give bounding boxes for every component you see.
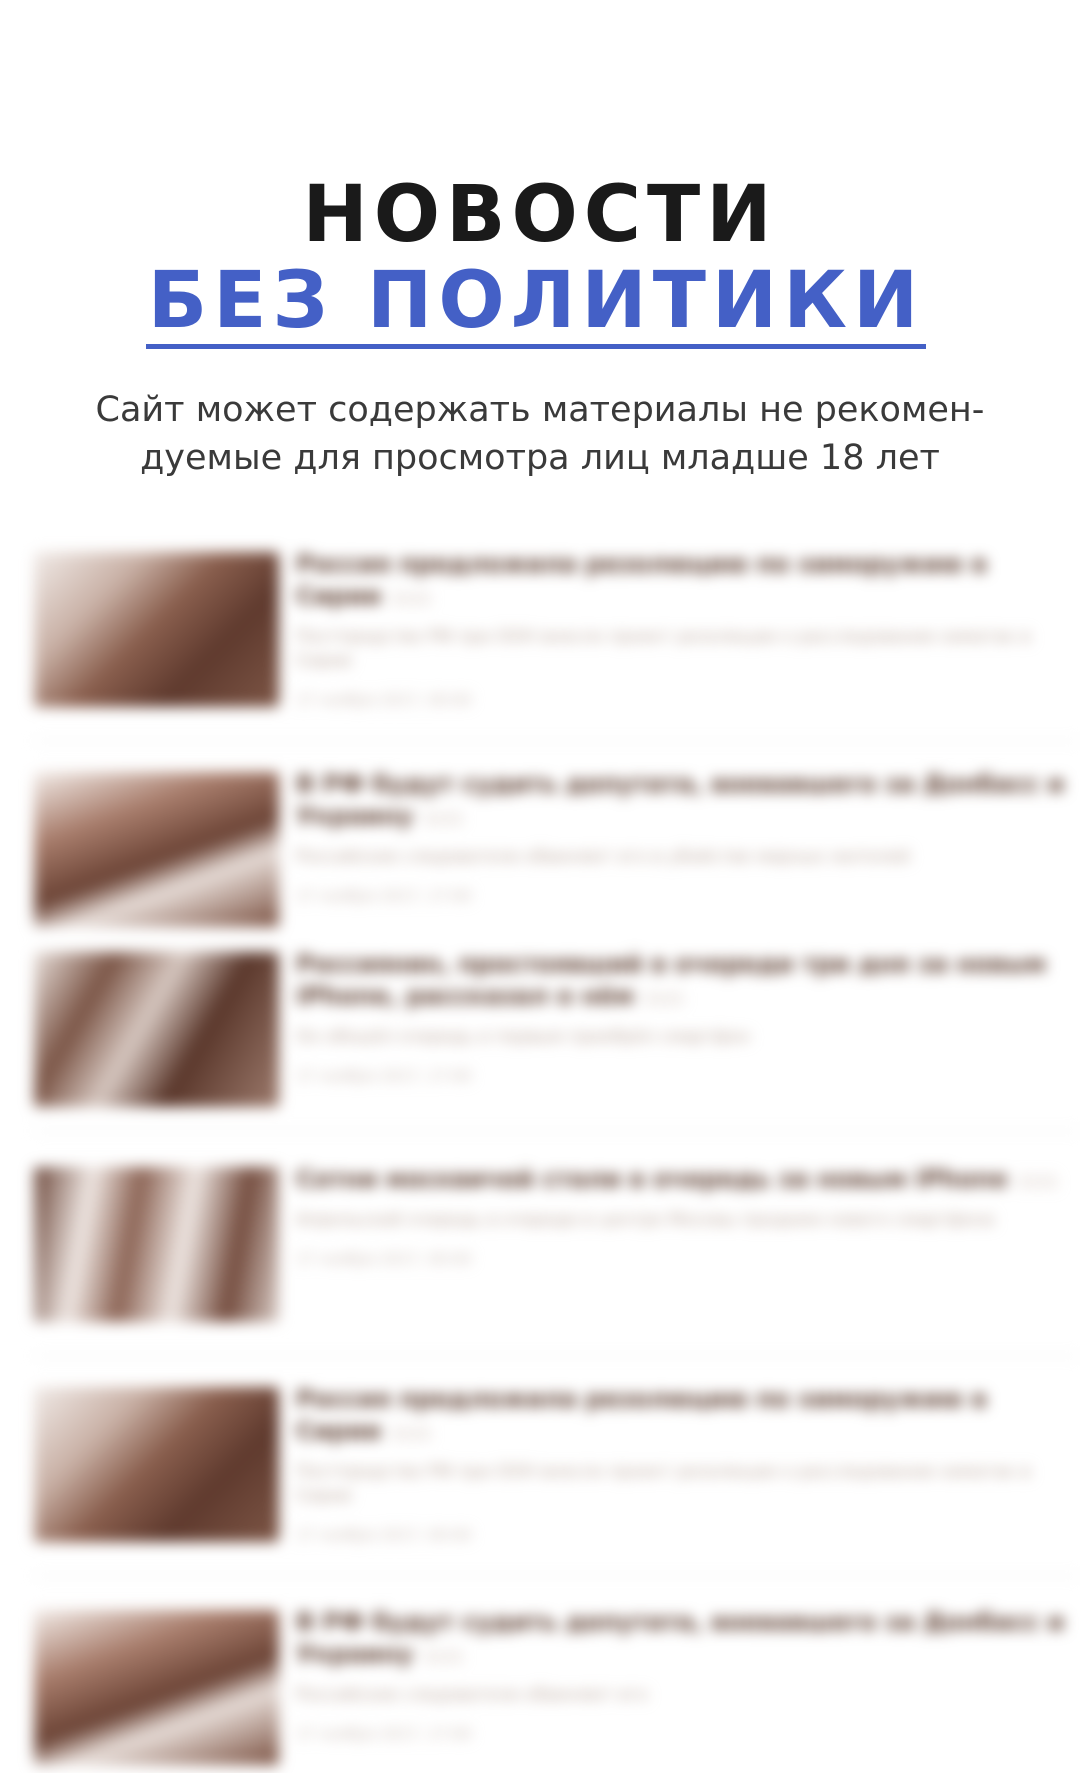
views-count: 2121 <box>391 1424 432 1443</box>
age-warning-line1: Сайт может содержать материалы не рекоме… <box>95 390 985 430</box>
age-warning: Сайт может содержать материалы не рекоме… <box>80 386 1000 482</box>
news-item[interactable]: Россия предложила резолюцию по химоружию… <box>34 540 1080 715</box>
news-lead: Российские следователи обвиняют его в уб… <box>296 847 910 867</box>
news-text: Россия предложила резолюцию по химоружию… <box>296 1383 1080 1544</box>
divider <box>34 1575 1080 1577</box>
views-count: 2121 <box>1017 1172 1059 1191</box>
news-lead: Российские следователи обвиняют его <box>296 1685 648 1705</box>
news-item[interactable]: В РФ будут судить депутата, воевавшего з… <box>34 760 1080 935</box>
news-headline[interactable]: Россия предложила резолюцию по химоружию… <box>296 548 1080 615</box>
news-headline[interactable]: Сотни москвичей стали в очередь за новым… <box>296 1163 1080 1198</box>
divider <box>34 1355 1080 1357</box>
divider <box>34 740 1080 742</box>
page-title-line2: БЕЗ ПОЛИТИКИ <box>145 260 927 349</box>
news-lead: Постпредство РФ при ООН внесло проект ре… <box>296 627 1031 671</box>
news-headline[interactable]: В РФ будут судить депутата, воевавшего з… <box>296 768 1080 835</box>
news-date: 17 ноября 2017, 00:00 <box>296 691 472 709</box>
hero: НОВОСТИ БЕЗ ПОЛИТИКИ <box>0 170 1080 349</box>
news-feed: Россия предложила резолюцию по химоружию… <box>0 540 1080 1765</box>
views-count: 2121 <box>423 1647 464 1666</box>
news-text: Россия предложила резолюцию по химоружию… <box>296 548 1080 709</box>
news-item[interactable]: В РФ будут судить депутата, воевавшего з… <box>34 1598 1080 1773</box>
news-thumbnail[interactable] <box>34 952 279 1107</box>
news-thumbnail[interactable] <box>34 772 279 927</box>
news-text: Россиянин, простоявший в очереди три дня… <box>296 948 1080 1085</box>
news-item[interactable]: Россия предложила резолюцию по химоружию… <box>34 1375 1080 1550</box>
news-text: Сотни москвичей стали в очередь за новым… <box>296 1163 1080 1268</box>
news-text: В РФ будут судить депутата, воевавшего з… <box>296 1606 1080 1743</box>
views-count: 2121 <box>391 589 432 608</box>
news-thumbnail[interactable] <box>34 1610 279 1765</box>
views-count: 2121 <box>423 809 464 828</box>
news-headline[interactable]: Россиянин, простоявший в очереди три дня… <box>296 948 1080 1015</box>
news-item[interactable]: Россиянин, простоявший в очереди три дня… <box>34 940 1080 1115</box>
news-date: 17 ноября 2017, 17:00 <box>296 1725 472 1743</box>
news-date: 17 ноября 2017, 00:00 <box>296 1526 472 1544</box>
news-lead: Апрельский очередь в очереди в центре Мо… <box>296 1210 995 1230</box>
page-title-line1: НОВОСТИ <box>302 170 778 260</box>
news-date: 17 ноября 2017, 17:00 <box>296 1067 472 1085</box>
news-text: В РФ будут судить депутата, воевавшего з… <box>296 768 1080 905</box>
news-headline[interactable]: В РФ будут судить депутата, воевавшего з… <box>296 1606 1080 1673</box>
news-headline[interactable]: Россия предложила резолюцию по химоружию… <box>296 1383 1080 1450</box>
news-item[interactable]: Сотни москвичей стали в очередь за новым… <box>34 1155 1080 1330</box>
news-lead: Он обошёл очередь и первым приобрёл смар… <box>296 1027 750 1047</box>
news-thumbnail[interactable] <box>34 552 279 707</box>
news-thumbnail[interactable] <box>34 1167 279 1322</box>
news-thumbnail[interactable] <box>34 1387 279 1542</box>
news-date: 17 ноября 2017, 00:00 <box>296 1250 472 1268</box>
news-date: 17 ноября 2017, 17:00 <box>296 887 472 905</box>
age-warning-line2: дуемые для просмотра лиц младше 18 лет <box>140 438 940 478</box>
divider <box>34 1130 1080 1132</box>
views-count: 2121 <box>643 989 685 1008</box>
news-lead: Постпредство РФ при ООН внесло проект ре… <box>296 1462 1031 1506</box>
